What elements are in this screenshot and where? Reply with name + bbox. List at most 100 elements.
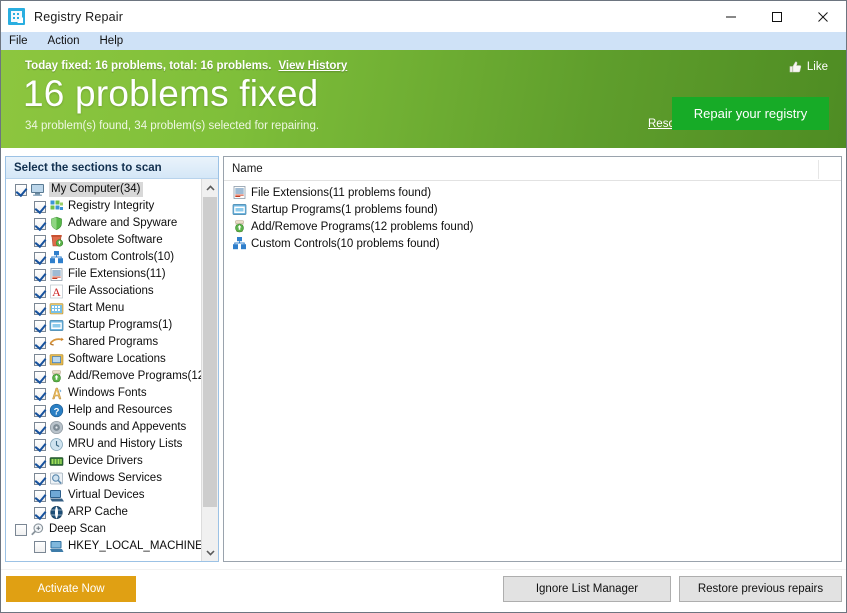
sidebar-item-hkey-local-machine[interactable]: HKEY_LOCAL_MACHINE (6, 538, 201, 555)
sidebar-item-label: My Computer(34) (49, 182, 144, 197)
sidebar-item-label: Custom Controls(10) (68, 251, 175, 263)
column-divider[interactable] (818, 160, 819, 179)
menu-item-help[interactable]: Help (99, 32, 125, 50)
menu-item-action[interactable]: Action (47, 32, 81, 50)
restore-previous-repairs-button[interactable]: Restore previous repairs (679, 576, 842, 602)
sidebar-item-windows-fonts[interactable]: Windows Fonts (6, 385, 201, 402)
checkbox[interactable] (34, 404, 46, 417)
clock-history-icon (49, 437, 64, 452)
sidebar-item-help-and-resources[interactable]: ? Help and Resources (6, 402, 201, 419)
results-list[interactable]: File Extensions(11 problems found) Startu… (224, 181, 841, 252)
checkbox[interactable] (34, 353, 46, 366)
checkbox[interactable] (34, 319, 46, 332)
view-history-link[interactable]: View History (278, 60, 347, 72)
list-item[interactable]: Add/Remove Programs(12 problems found) (224, 218, 841, 235)
checkbox[interactable] (34, 506, 46, 519)
checkbox[interactable] (34, 370, 46, 383)
title-bar: Registry Repair (1, 1, 846, 32)
list-item-label: Startup Programs(1 problems found) (251, 203, 438, 216)
checkbox[interactable] (34, 336, 46, 349)
repair-registry-button[interactable]: Repair your registry (672, 97, 829, 130)
minimize-icon[interactable] (708, 1, 754, 32)
arp-cache-icon (49, 505, 64, 520)
sections-tree[interactable]: My Computer(34) Registry Integrity Adware … (6, 179, 201, 561)
checkbox[interactable] (34, 489, 46, 502)
checkbox[interactable] (34, 217, 46, 230)
checkbox[interactable] (15, 523, 27, 536)
sidebar-item-start-menu[interactable]: Start Menu (6, 300, 201, 317)
window-controls (708, 1, 846, 32)
sidebar-item-label: Adware and Spyware (68, 217, 178, 229)
checkbox[interactable] (34, 200, 46, 213)
sidebar-item-device-drivers[interactable]: Device Drivers (6, 453, 201, 470)
maximize-icon[interactable] (754, 1, 800, 32)
sidebar-item-custom-controls-10[interactable]: Custom Controls(10) (6, 249, 201, 266)
sidebar-item-arp-cache[interactable]: ARP Cache (6, 504, 201, 521)
like-button[interactable]: Like (789, 61, 828, 73)
checkbox[interactable] (34, 302, 46, 315)
checkbox[interactable] (34, 285, 46, 298)
sidebar-item-my-computer-34[interactable]: My Computer(34) (6, 181, 201, 198)
shared-programs-icon (49, 335, 64, 350)
banner-today-label: Today fixed: 16 problems, total: 16 prob… (25, 60, 272, 72)
sidebar-item-label: Deep Scan (49, 523, 106, 535)
sidebar-item-registry-integrity[interactable]: Registry Integrity (6, 198, 201, 215)
add-remove-programs-icon (232, 219, 247, 234)
fonts-icon (49, 386, 64, 401)
sidebar-item-virtual-devices[interactable]: Virtual Devices (6, 487, 201, 504)
scroll-up-icon[interactable] (202, 179, 218, 196)
activate-now-button[interactable]: Activate Now (6, 576, 136, 602)
sidebar-item-startup-programs-1[interactable]: Startup Programs(1) (6, 317, 201, 334)
magnifier-plus-icon (30, 522, 45, 537)
checkbox[interactable] (34, 438, 46, 451)
svg-text:?: ? (54, 406, 60, 417)
list-item-label: Add/Remove Programs(12 problems found) (251, 220, 474, 233)
file-extensions-icon (232, 185, 247, 200)
sidebar-item-file-associations[interactable]: A File Associations (6, 283, 201, 300)
sidebar-item-shared-programs[interactable]: Shared Programs (6, 334, 201, 351)
checkbox[interactable] (34, 234, 46, 247)
sidebar-item-software-locations[interactable]: Software Locations (6, 351, 201, 368)
sidebar-item-obsolete-software[interactable]: Obsolete Software (6, 232, 201, 249)
scrollbar-thumb[interactable] (203, 197, 217, 507)
main-content: Select the sections to scan My Computer(… (1, 148, 846, 571)
list-item[interactable]: Startup Programs(1 problems found) (224, 201, 841, 218)
custom-controls-icon (49, 250, 64, 265)
sidebar-item-file-extensions-11[interactable]: File Extensions(11) (6, 266, 201, 283)
checkbox[interactable] (34, 472, 46, 485)
checkbox[interactable] (34, 251, 46, 264)
footer-bar: Activate Now Ignore List Manager Restore… (1, 569, 846, 612)
sidebar-item-label: Registry Integrity (68, 200, 155, 212)
menu-bar: File Action Help (1, 32, 846, 50)
sections-scrollbar[interactable] (201, 179, 218, 561)
column-header-name[interactable]: Name (224, 163, 263, 175)
sidebar-item-deep-scan[interactable]: Deep Scan (6, 521, 201, 538)
banner-subtext: 34 problem(s) found, 34 problem(s) selec… (25, 120, 320, 132)
list-item[interactable]: File Extensions(11 problems found) (224, 184, 841, 201)
sidebar-item-mru-and-history-lists[interactable]: MRU and History Lists (6, 436, 201, 453)
monitor-icon (30, 182, 45, 197)
checkbox[interactable] (34, 387, 46, 400)
scroll-down-icon[interactable] (202, 544, 218, 561)
registry-repair-window: Registry Repair File Action Help Today f… (0, 0, 847, 613)
checkbox[interactable] (34, 455, 46, 468)
list-item[interactable]: Custom Controls(10 problems found) (224, 235, 841, 252)
sidebar-item-label: Software Locations (68, 353, 166, 365)
checkbox[interactable] (34, 421, 46, 434)
sidebar-item-windows-services[interactable]: Windows Services (6, 470, 201, 487)
sidebar-item-sounds-and-appevents[interactable]: Sounds and Appevents (6, 419, 201, 436)
device-drivers-icon (49, 454, 64, 469)
checkbox[interactable] (34, 268, 46, 281)
close-icon[interactable] (800, 1, 846, 32)
checkbox[interactable] (34, 540, 46, 553)
checkbox[interactable] (15, 183, 27, 196)
startup-window-icon (232, 202, 247, 217)
start-menu-icon (49, 301, 64, 316)
sidebar-item-label: Device Drivers (68, 455, 143, 467)
menu-item-file[interactable]: File (8, 32, 29, 50)
ignore-list-manager-button[interactable]: Ignore List Manager (503, 576, 671, 602)
sidebar-item-add-remove-programs-12[interactable]: Add/Remove Programs(12) (6, 368, 201, 385)
window-title: Registry Repair (34, 9, 124, 24)
sidebar-item-adware-and-spyware[interactable]: Adware and Spyware (6, 215, 201, 232)
sidebar-item-label: Help and Resources (68, 404, 173, 416)
